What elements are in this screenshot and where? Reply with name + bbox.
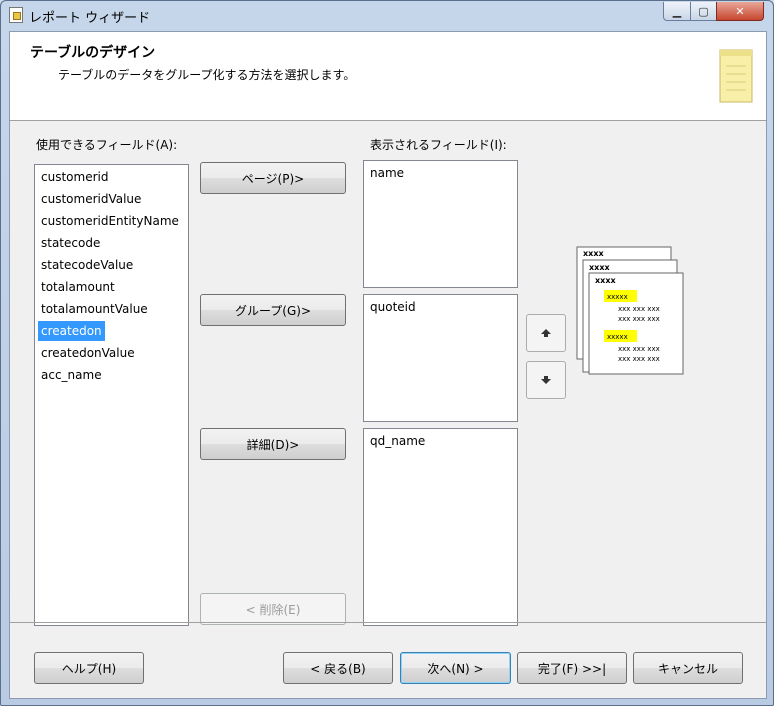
list-item[interactable]: statecodeValue bbox=[38, 255, 136, 275]
add-to-detail-button[interactable]: 詳細(D)> bbox=[200, 428, 346, 460]
available-fields-list[interactable]: customerid customeridValue customeridEntit… bbox=[34, 164, 189, 626]
report-wizard-window: レポート ウィザード ▁ ▢ ✕ テーブルのデザイン テーブルのデータをグループ… bbox=[0, 0, 774, 706]
list-item[interactable]: name bbox=[367, 163, 407, 183]
preview-header-text: xxxx bbox=[589, 263, 610, 272]
wizard-header: テーブルのデザイン テーブルのデータをグループ化する方法を選択します。 bbox=[10, 32, 766, 121]
list-item[interactable]: customerid bbox=[38, 167, 111, 187]
group-fields-list[interactable]: quoteid bbox=[363, 294, 518, 422]
title-bar[interactable]: レポート ウィザード ▁ ▢ ✕ bbox=[1, 1, 773, 29]
arrow-up-icon bbox=[541, 329, 551, 337]
preview-group-text: xxxxx bbox=[607, 293, 628, 301]
preview-header-text: xxxx bbox=[595, 276, 616, 285]
list-item[interactable]: createdonValue bbox=[38, 343, 138, 363]
next-button[interactable]: 次へ(N) > bbox=[400, 652, 511, 684]
detail-fields-list[interactable]: qd_name bbox=[363, 428, 518, 626]
preview-row-text: xxx xxx xxx bbox=[618, 305, 660, 313]
remove-field-button[interactable]: < 削除(E) bbox=[200, 593, 346, 625]
page-fields-list[interactable]: name bbox=[363, 160, 518, 288]
add-to-group-button[interactable]: グループ(G)> bbox=[200, 294, 346, 326]
preview-row-text: xxx xxx xxx bbox=[618, 345, 660, 353]
minimize-icon: ▁ bbox=[672, 4, 682, 18]
preview-header-text: xxxx bbox=[583, 249, 604, 258]
report-notepad-icon bbox=[719, 49, 753, 103]
cancel-button[interactable]: キャンセル bbox=[633, 652, 743, 684]
footer-divider bbox=[10, 622, 766, 623]
preview-row-text: xxx xxx xxx bbox=[618, 315, 660, 323]
page-title: テーブルのデザイン bbox=[30, 45, 156, 61]
list-item[interactable]: quoteid bbox=[367, 297, 419, 317]
minimize-button[interactable]: ▁ bbox=[663, 2, 691, 21]
move-down-button[interactable] bbox=[526, 361, 566, 399]
list-item[interactable]: createdon bbox=[38, 321, 105, 341]
maximize-icon: ▢ bbox=[698, 4, 709, 18]
window-title: レポート ウィザード bbox=[29, 11, 151, 26]
add-to-page-button[interactable]: ページ(P)> bbox=[200, 162, 346, 194]
wizard-body: テーブルのデザイン テーブルのデータをグループ化する方法を選択します。 使用でき… bbox=[9, 31, 767, 699]
table-layout-preview: xxxx xxxx xxxx xxxxx xxx xxx xxx xxx xxx… bbox=[576, 246, 684, 375]
arrow-down-icon bbox=[541, 376, 551, 384]
list-item[interactable]: customeridValue bbox=[38, 189, 144, 209]
available-fields-label: 使用できるフィールド(A): bbox=[36, 138, 178, 152]
close-button[interactable]: ✕ bbox=[716, 2, 764, 21]
help-button[interactable]: ヘルプ(H) bbox=[34, 652, 144, 684]
preview-row-text: xxx xxx xxx bbox=[618, 355, 660, 363]
list-item[interactable]: totalamount bbox=[38, 277, 118, 297]
maximize-button[interactable]: ▢ bbox=[690, 2, 717, 21]
list-item[interactable]: totalamountValue bbox=[38, 299, 151, 319]
move-up-button[interactable] bbox=[526, 314, 566, 352]
list-item[interactable]: customeridEntityName bbox=[38, 211, 182, 231]
list-item[interactable]: statecode bbox=[38, 233, 103, 253]
displayed-fields-label: 表示されるフィールド(I): bbox=[370, 138, 507, 152]
preview-group-text: xxxxx bbox=[607, 333, 628, 341]
finish-button[interactable]: 完了(F) >>| bbox=[517, 652, 627, 684]
report-wizard-icon bbox=[9, 7, 23, 23]
page-subtitle: テーブルのデータをグループ化する方法を選択します。 bbox=[58, 68, 356, 82]
list-item[interactable]: qd_name bbox=[367, 431, 428, 451]
back-button[interactable]: < 戻る(B) bbox=[283, 652, 393, 684]
list-item[interactable]: acc_name bbox=[38, 365, 105, 385]
close-icon: ✕ bbox=[735, 4, 745, 18]
